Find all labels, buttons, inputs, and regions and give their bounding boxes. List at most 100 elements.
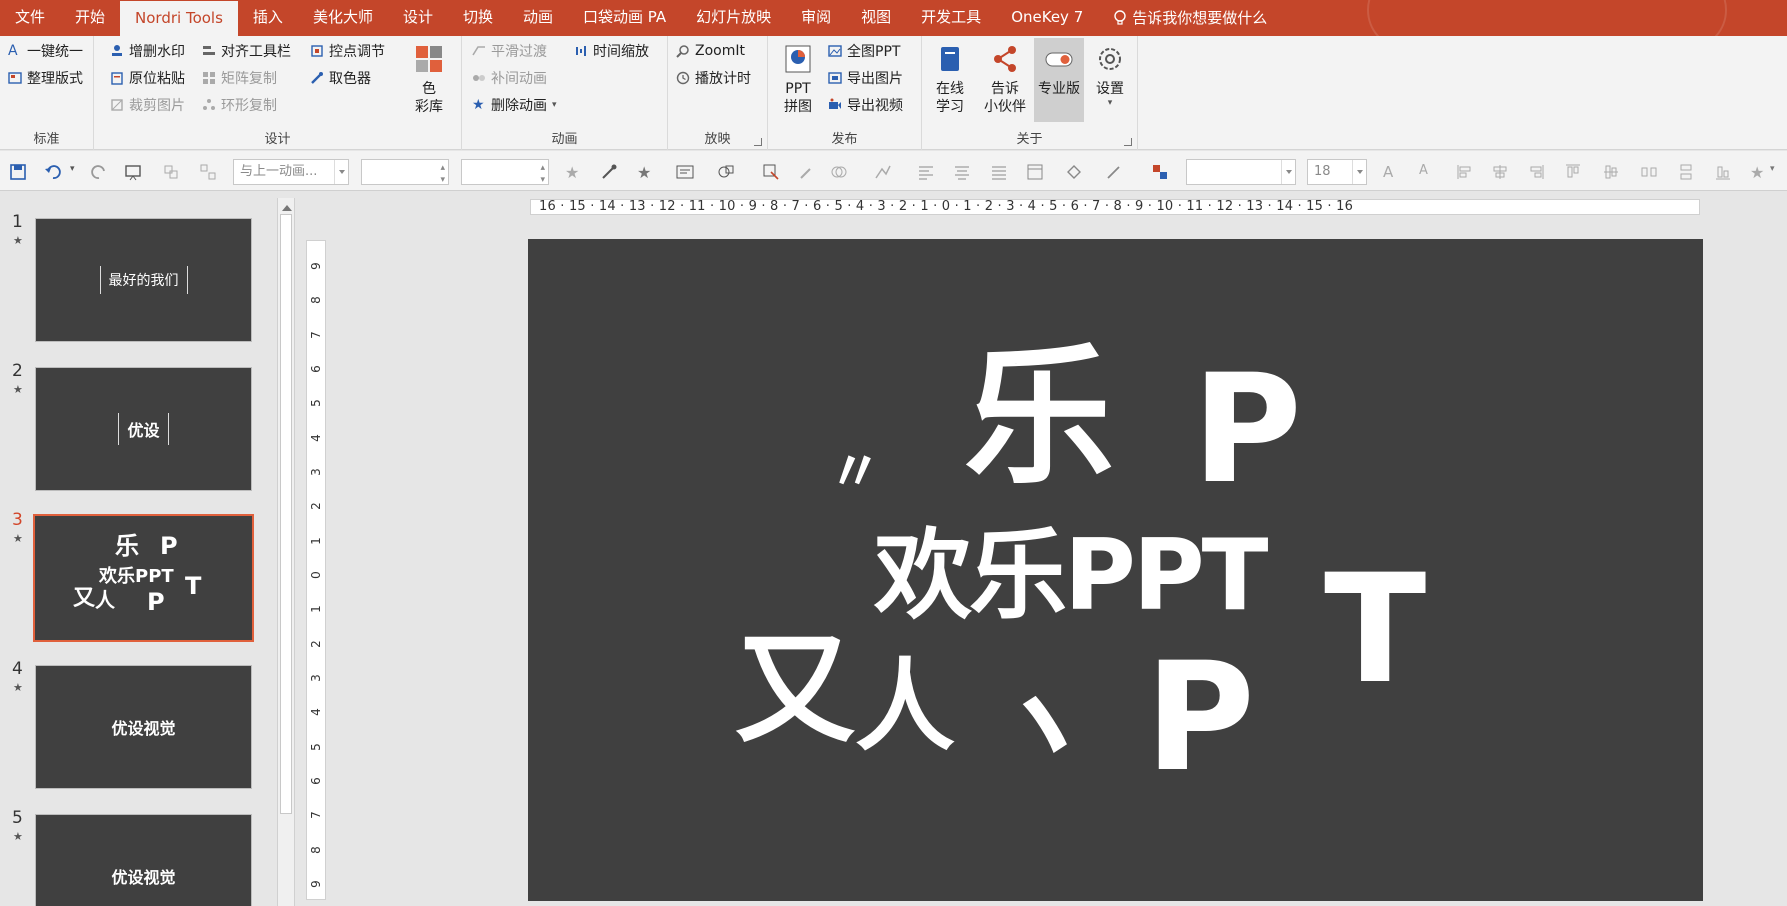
color-library-button[interactable]: 色 彩库 — [408, 44, 450, 116]
crop-image-button[interactable]: 裁剪图片 — [110, 94, 185, 116]
align-toolbar-button[interactable]: 对齐工具栏 — [202, 40, 291, 62]
distribute-horizontal-icon[interactable] — [1640, 163, 1658, 181]
shapes-icon[interactable] — [717, 163, 735, 181]
align-left-icon[interactable] — [917, 163, 935, 181]
chevron-down-icon[interactable]: ▾ — [70, 164, 75, 174]
eyedropper-icon[interactable] — [798, 163, 816, 181]
slide-piece-p-bottom[interactable]: P — [1145, 643, 1255, 793]
slide-piece-p-top[interactable]: P — [1192, 355, 1302, 505]
smooth-transition-button[interactable]: 平滑过渡 — [472, 40, 547, 62]
align-top-icon[interactable] — [1564, 163, 1582, 181]
slide-thumbnail-4[interactable]: 4 ★ 优设视觉 — [0, 659, 260, 799]
tell-me-box[interactable]: 告诉我你想要做什么 — [1098, 0, 1282, 36]
slideshow-from-start-icon[interactable] — [124, 163, 142, 181]
save-icon[interactable] — [9, 163, 27, 181]
chevron-down-icon[interactable]: ▾ — [1770, 164, 1775, 174]
selection-pane-icon[interactable] — [762, 163, 780, 181]
align-bottom-icon[interactable] — [1714, 163, 1732, 181]
redo-icon[interactable] — [90, 163, 108, 181]
ring-copy-button[interactable]: 环形复制 — [202, 94, 277, 116]
color-picker-button[interactable]: 取色器 — [310, 67, 371, 89]
tab-beautify[interactable]: 美化大师 — [298, 0, 388, 36]
distribute-vertical-icon[interactable] — [1677, 163, 1695, 181]
scroll-up-icon[interactable] — [282, 200, 292, 211]
ungroup-icon[interactable] — [199, 163, 217, 181]
tab-file[interactable]: 文件 — [0, 0, 60, 36]
time-scale-button[interactable]: 时间缩放 — [574, 40, 649, 62]
matrix-copy-button[interactable]: 矩阵复制 — [202, 67, 277, 89]
slide-thumbnail-1[interactable]: 1 ★ 最好的我们 — [0, 212, 260, 352]
merge-shapes-icon[interactable] — [830, 163, 848, 181]
tab-animations[interactable]: 动画 — [508, 0, 568, 36]
font-name-select[interactable] — [1186, 159, 1296, 185]
slide-thumbnail-3[interactable]: 3 ★ 乐 P 欢乐PPT T 又 人 P — [0, 510, 260, 650]
tab-design[interactable]: 设计 — [388, 0, 448, 36]
align-objects-right-icon[interactable] — [1527, 163, 1545, 181]
tell-friends-button[interactable]: 告诉 小伙伴 — [982, 44, 1028, 116]
slide-piece-le[interactable]: 乐 — [964, 343, 1114, 493]
slide-fragment-stroke[interactable]: ヽ — [971, 660, 1115, 788]
delete-animation-button[interactable]: ★ 删除动画 ▾ — [472, 94, 557, 116]
online-learning-button[interactable]: 在线 学习 — [928, 44, 972, 116]
undo-icon[interactable] — [44, 163, 62, 181]
thumbnails-scrollbar[interactable] — [277, 198, 295, 906]
handle-adjust-button[interactable]: 控点调节 — [310, 40, 385, 62]
tab-view[interactable]: 视图 — [846, 0, 906, 36]
slide-piece-you[interactable]: 又 — [735, 631, 855, 751]
ppt-collage-button[interactable]: PPT 拼图 — [776, 44, 820, 116]
delay-input[interactable] — [461, 159, 549, 185]
tidy-layout-button[interactable]: 整理版式 — [8, 67, 83, 89]
duration-input[interactable] — [361, 159, 449, 185]
tab-review[interactable]: 审阅 — [786, 0, 846, 36]
slide-piece-t[interactable]: T — [1324, 555, 1426, 705]
align-objects-left-icon[interactable] — [1456, 163, 1474, 181]
tab-transitions[interactable]: 切换 — [448, 0, 508, 36]
font-size-select[interactable]: 18 — [1307, 159, 1367, 185]
play-timer-button[interactable]: 播放计时 — [676, 67, 751, 89]
tab-home[interactable]: 开始 — [60, 0, 120, 36]
slideshow-group-launcher[interactable] — [754, 138, 762, 146]
tab-nordri-tools[interactable]: Nordri Tools — [120, 0, 238, 36]
outline-icon[interactable] — [1105, 163, 1123, 181]
increase-font-icon[interactable]: A — [1383, 163, 1401, 181]
slide-piece-ren[interactable]: 人 — [855, 657, 955, 757]
animation-painter-icon[interactable] — [600, 163, 618, 181]
slide-fragment-dot[interactable]: 〃 — [828, 445, 882, 499]
tween-animation-button[interactable]: 补间动画 — [472, 67, 547, 89]
star-icon[interactable]: ★ — [565, 163, 583, 182]
columns-icon[interactable] — [1026, 163, 1044, 181]
export-image-button[interactable]: 导出图片 — [828, 67, 903, 89]
group-objects-icon[interactable] — [162, 163, 180, 181]
chart-icon[interactable] — [874, 163, 892, 181]
animation-trigger-select[interactable]: 与上一动画... — [233, 159, 349, 185]
scrollbar-thumb[interactable] — [280, 214, 292, 814]
fill-icon[interactable] — [1065, 163, 1083, 181]
text-box-icon[interactable] — [676, 163, 694, 181]
align-objects-center-icon[interactable] — [1491, 163, 1509, 181]
pro-version-button[interactable]: 专业版 — [1034, 38, 1084, 122]
full-image-ppt-button[interactable]: 全图PPT — [828, 40, 900, 62]
slide-title-text[interactable]: 欢乐PPT — [874, 527, 1268, 625]
tab-insert[interactable]: 插入 — [238, 0, 298, 36]
slide-thumbnail-5[interactable]: 5 ★ 优设视觉 — [0, 808, 260, 906]
slide-thumbnail-2[interactable]: 2 ★ 优设 — [0, 361, 260, 501]
tab-developer[interactable]: 开发工具 — [906, 0, 996, 36]
settings-button[interactable]: 设置 ▾ — [1088, 44, 1132, 108]
about-group-launcher[interactable] — [1124, 138, 1132, 146]
tab-slideshow[interactable]: 幻灯片放映 — [681, 0, 786, 36]
justify-icon[interactable] — [990, 163, 1008, 181]
export-video-button[interactable]: 导出视频 — [828, 94, 903, 116]
unify-button[interactable]: A 一键统一 — [8, 40, 83, 62]
current-slide-canvas[interactable]: 〃 乐 P 欢乐PPT T 又 人 ヽ P — [528, 239, 1703, 901]
zoomit-button[interactable]: ZoomIt — [676, 40, 745, 62]
arrange-icon[interactable] — [1151, 163, 1169, 181]
add-animation-icon[interactable]: ★ — [637, 163, 655, 182]
paste-in-place-button[interactable]: 原位粘贴 — [110, 67, 185, 89]
decrease-font-icon[interactable]: A — [1419, 163, 1437, 181]
tab-onekey[interactable]: OneKey 7 — [996, 0, 1098, 36]
watermark-button[interactable]: 增删水印 — [110, 40, 185, 62]
align-center-icon[interactable] — [953, 163, 971, 181]
align-middle-icon[interactable] — [1602, 163, 1620, 181]
star-icon[interactable]: ★ — [1750, 163, 1768, 182]
tab-pocket-animation[interactable]: 口袋动画 PA — [568, 0, 681, 36]
